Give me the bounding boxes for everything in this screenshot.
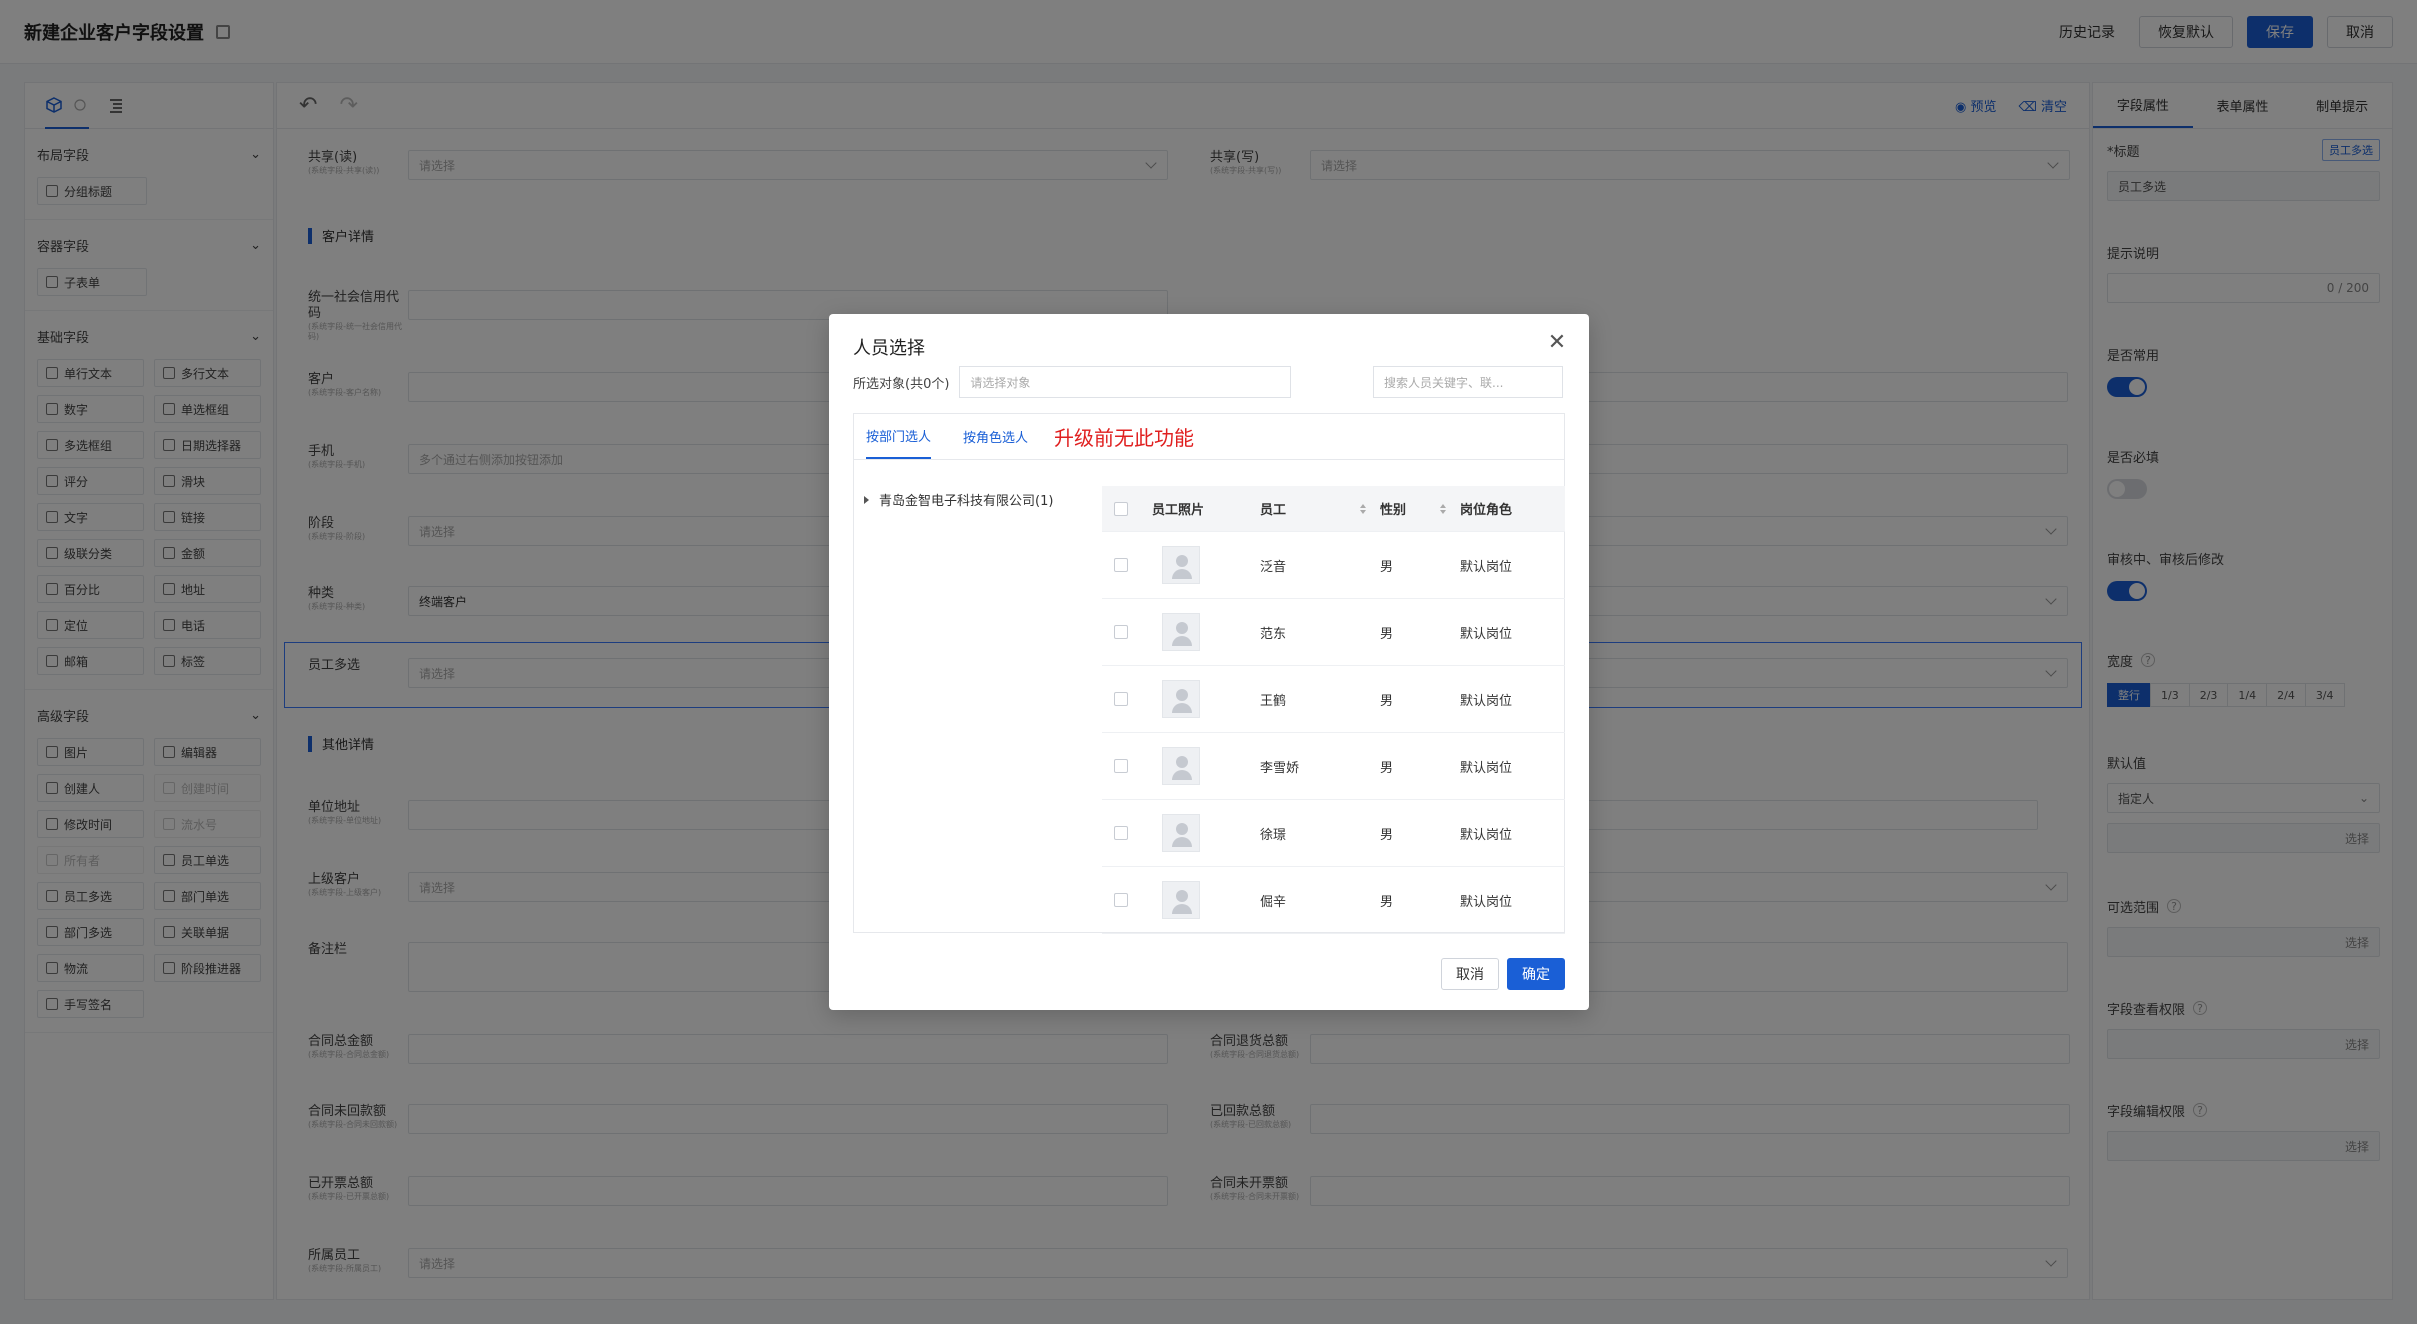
employee-sex: 男 bbox=[1380, 760, 1394, 776]
sort-icon[interactable] bbox=[1440, 503, 1446, 514]
avatar bbox=[1162, 546, 1200, 584]
picker-body: 按部门选人 按角色选人 升级前无此功能 青岛金智电子科技有限公司(1) 员工照片… bbox=[853, 413, 1565, 934]
employee-search-input[interactable]: 搜索人员关键字、联... bbox=[1373, 366, 1563, 398]
dialog-title: 人员选择 bbox=[853, 338, 925, 359]
employee-sex: 男 bbox=[1380, 827, 1394, 843]
caret-right-icon[interactable] bbox=[864, 495, 869, 504]
employee-name: 范东 bbox=[1260, 626, 1287, 642]
avatar bbox=[1162, 680, 1200, 718]
employee-sex: 男 bbox=[1380, 626, 1394, 642]
dialog-cancel-button[interactable]: 取消 bbox=[1441, 958, 1499, 990]
employee-role: 默认岗位 bbox=[1460, 626, 1513, 642]
employee-role: 默认岗位 bbox=[1460, 760, 1513, 776]
table-row[interactable]: 范东 男 默认岗位 bbox=[1102, 599, 1565, 666]
employee-name: 王鹤 bbox=[1260, 693, 1287, 709]
avatar bbox=[1162, 747, 1200, 785]
tab-by-role[interactable]: 按角色选人 bbox=[963, 413, 1028, 459]
selected-objects-input[interactable]: 请选择对象 bbox=[959, 366, 1292, 398]
table-row[interactable]: 王鹤 男 默认岗位 bbox=[1102, 666, 1565, 733]
employee-name: 泛音 bbox=[1260, 559, 1287, 575]
column-header[interactable]: 性别 bbox=[1380, 499, 1460, 518]
person-picker-dialog: 人员选择 ✕ 所选对象(共0个) 请选择对象 搜索人员关键字、联... 按部门选… bbox=[829, 314, 1589, 1010]
row-checkbox[interactable] bbox=[1114, 625, 1128, 639]
employee-role: 默认岗位 bbox=[1460, 693, 1513, 709]
column-header: 员工照片 bbox=[1152, 503, 1205, 518]
table-row[interactable]: 倔辛 男 默认岗位 bbox=[1102, 867, 1565, 934]
employee-role: 默认岗位 bbox=[1460, 559, 1513, 575]
avatar bbox=[1162, 613, 1200, 651]
row-checkbox[interactable] bbox=[1114, 826, 1128, 840]
row-checkbox[interactable] bbox=[1114, 893, 1128, 907]
tab-by-department[interactable]: 按部门选人 bbox=[866, 413, 932, 459]
row-checkbox[interactable] bbox=[1114, 692, 1128, 706]
employee-name: 李雪娇 bbox=[1260, 760, 1300, 776]
row-checkbox[interactable] bbox=[1114, 759, 1128, 773]
upgrade-note: 升级前无此功能 bbox=[1054, 425, 1195, 450]
department-tree-node[interactable]: 青岛金智电子科技有限公司(1) bbox=[864, 490, 1053, 509]
table-row[interactable]: 李雪娇 男 默认岗位 bbox=[1102, 733, 1565, 800]
employee-name: 徐璟 bbox=[1260, 827, 1287, 843]
row-checkbox[interactable] bbox=[1114, 558, 1128, 572]
employee-role: 默认岗位 bbox=[1460, 894, 1513, 910]
avatar bbox=[1162, 814, 1200, 852]
employee-name: 倔辛 bbox=[1260, 894, 1287, 910]
dialog-footer: 取消 确定 bbox=[1441, 958, 1565, 990]
employee-role: 默认岗位 bbox=[1460, 827, 1513, 843]
close-icon[interactable]: ✕ bbox=[1545, 330, 1569, 355]
selected-count-label: 所选对象(共0个) bbox=[853, 376, 950, 392]
column-header: 岗位角色 bbox=[1460, 503, 1513, 518]
table-row[interactable]: 徐璟 男 默认岗位 bbox=[1102, 800, 1565, 867]
select-all-checkbox[interactable] bbox=[1114, 501, 1128, 516]
column-header[interactable]: 员工 bbox=[1260, 499, 1380, 518]
employee-table: 员工照片 员工 性别 岗位角色 泛音男默认岗位 范东男默认岗位 王鹤男默认岗位 李雪娇… bbox=[1102, 486, 1565, 934]
table-header: 员工照片 员工 性别 岗位角色 bbox=[1102, 486, 1565, 532]
table-row[interactable]: 泛音 男 默认岗位 bbox=[1102, 532, 1565, 599]
employee-sex: 男 bbox=[1380, 894, 1394, 910]
sort-icon[interactable] bbox=[1360, 503, 1366, 514]
dialog-confirm-button[interactable]: 确定 bbox=[1507, 958, 1565, 990]
selected-objects-row: 所选对象(共0个) 请选择对象 bbox=[853, 366, 1292, 398]
department-name: 青岛金智电子科技有限公司(1) bbox=[879, 494, 1054, 509]
employee-sex: 男 bbox=[1380, 693, 1394, 709]
employee-sex: 男 bbox=[1380, 559, 1394, 575]
avatar bbox=[1162, 881, 1200, 919]
picker-tabs: 按部门选人 按角色选人 升级前无此功能 bbox=[854, 414, 1564, 460]
